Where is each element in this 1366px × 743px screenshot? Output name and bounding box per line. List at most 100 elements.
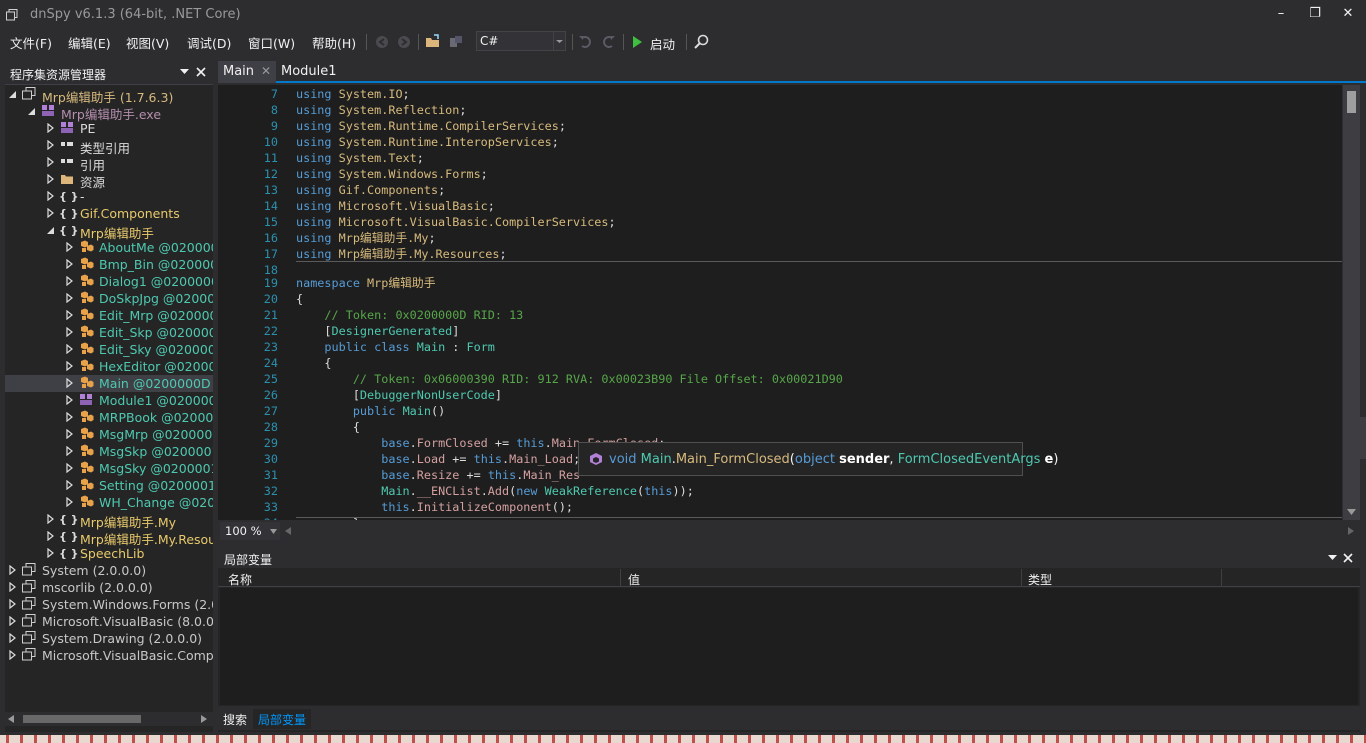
code-line[interactable]: 27 public Main() [236,403,1342,419]
start-button[interactable]: 启动 [630,32,680,52]
tree-item[interactable]: Mrp编辑助手 (1.7.6.3) [5,86,213,105]
tree-item[interactable]: Main @0200000D [5,375,213,392]
code-line[interactable]: 21 // Token: 0x0200000D RID: 13 [236,307,1342,323]
collapsed-arrow-icon[interactable] [66,378,74,388]
expanded-arrow-icon[interactable] [9,89,17,99]
code-line[interactable]: 28 { [236,419,1342,435]
code-line[interactable]: 19 namespace Mrp编辑助手 [236,275,1342,291]
collapsed-arrow-icon[interactable] [66,463,74,473]
tree-item[interactable]: Dialog1 @0200000 [5,273,213,290]
menu-file[interactable]: 文件(F) [10,33,52,52]
collapsed-arrow-icon[interactable] [66,446,74,456]
scroll-right-icon[interactable] [1348,527,1354,535]
code-line[interactable]: 20 { [236,291,1342,307]
tree-item[interactable]: MsgSky @0200001 [5,460,213,477]
scroll-down-icon[interactable] [1347,509,1356,515]
collapsed-arrow-icon[interactable] [66,327,74,337]
code-line[interactable]: 32 Main.__ENCList.Add(new WeakReference(… [236,483,1342,499]
close-icon[interactable] [196,67,206,77]
collapsed-arrow-icon[interactable] [66,259,74,269]
code-line[interactable]: 17 using Mrp编辑助手.My.Resources; [236,246,1342,262]
column-divider[interactable] [620,569,621,587]
tree-item[interactable]: { } Mrp编辑助手.My [5,511,213,530]
column-divider[interactable] [1221,569,1222,587]
scroll-left-icon[interactable] [8,715,14,723]
collapsed-arrow-icon[interactable] [66,395,74,405]
collapsed-arrow-icon[interactable] [47,174,55,184]
tree-item[interactable]: { } SpeechLib [5,545,213,562]
undo-icon[interactable] [576,32,596,52]
tree-item[interactable]: Setting @02000016 [5,477,213,494]
tree-item[interactable]: 资源 [5,171,213,190]
collapsed-arrow-icon[interactable] [47,531,55,541]
menu-edit[interactable]: 编辑(E) [68,33,111,52]
back-icon[interactable] [372,32,392,52]
menu-debug[interactable]: 调试(D) [187,33,231,52]
close-icon[interactable] [1343,553,1353,563]
tab-main[interactable]: Main ✕ [218,61,276,83]
code-line[interactable]: 16 using Mrp编辑助手.My; [236,230,1342,246]
tree-item[interactable]: { } - [5,188,213,205]
tree-item[interactable]: MsgMrp @020000 [5,426,213,443]
collapsed-arrow-icon[interactable] [47,208,55,218]
collapsed-arrow-icon[interactable] [66,242,74,252]
code-line[interactable]: 13 using Gif.Components; [236,182,1342,198]
tree-item[interactable]: DoSkpJpg @020000 [5,290,213,307]
tree-item[interactable]: Edit_Skp @020000 [5,324,213,341]
column-name[interactable]: 名称 [228,571,252,588]
code-line[interactable]: 10 using System.Runtime.InteropServices; [236,134,1342,150]
redo-icon[interactable] [598,32,618,52]
menu-view[interactable]: 视图(V) [126,33,169,52]
collapsed-arrow-icon[interactable] [66,344,74,354]
code-line[interactable]: 14 using Microsoft.VisualBasic; [236,198,1342,214]
collapsed-arrow-icon[interactable] [47,157,55,167]
collapsed-arrow-icon[interactable] [47,514,55,524]
chevron-down-icon[interactable] [553,32,565,50]
code-line[interactable]: 24 { [236,355,1342,371]
code-line[interactable]: 11 using System.Text; [236,150,1342,166]
close-icon[interactable]: ✕ [261,64,271,78]
collapsed-arrow-icon[interactable] [66,293,74,303]
code-line[interactable]: 33 this.InitializeComponent(); [236,499,1342,515]
tree-item[interactable]: HexEditor @02000 [5,358,213,375]
scrollbar-thumb[interactable] [1347,91,1356,113]
tree-item[interactable]: System.Windows.Forms (2.0. [5,596,213,613]
language-select[interactable]: C# [476,31,566,51]
locals-list[interactable] [220,588,1358,705]
collapsed-arrow-icon[interactable] [66,276,74,286]
scroll-right-icon[interactable] [201,715,207,723]
collapsed-arrow-icon[interactable] [9,565,17,575]
tree-item[interactable]: System.Drawing (2.0.0.0) [5,630,213,647]
code-line[interactable]: 9 using System.Runtime.CompilerServices; [236,118,1342,134]
open-list-icon[interactable] [446,32,466,52]
tree-item[interactable]: { } Mrp编辑助手 [5,222,213,241]
collapsed-arrow-icon[interactable] [9,599,17,609]
side-panel-tab[interactable] [1352,417,1366,459]
column-divider[interactable] [1021,569,1022,587]
tree-item[interactable]: Bmp_Bin @0200000 [5,256,213,273]
code-line[interactable]: 7 using System.IO; [236,86,1342,102]
restore-button[interactable]: ❐ [1301,5,1329,23]
zoom-select[interactable]: 100 % [220,522,280,540]
code-line[interactable]: 22 [DesignerGenerated] [236,323,1342,339]
code-line[interactable]: 26 [DebuggerNonUserCode] [236,387,1342,403]
collapsed-arrow-icon[interactable] [47,548,55,558]
scrollbar-thumb[interactable] [23,715,141,723]
collapsed-arrow-icon[interactable] [9,633,17,643]
collapsed-arrow-icon[interactable] [47,191,55,201]
chevron-down-icon[interactable] [180,69,189,75]
tree-item[interactable]: Microsoft.VisualBasic.Compa [5,647,213,664]
tab-module1[interactable]: Module1 [276,61,346,83]
collapsed-arrow-icon[interactable] [9,650,17,660]
forward-icon[interactable] [394,32,414,52]
tree-item[interactable]: MRPBook @020000 [5,409,213,426]
collapsed-arrow-icon[interactable] [66,361,74,371]
expanded-arrow-icon[interactable] [28,106,36,116]
tree-item[interactable]: Mrp编辑助手.exe [5,103,213,122]
tree-item[interactable]: WH_Change @020 [5,494,213,511]
chevron-down-icon[interactable] [270,529,277,534]
collapsed-arrow-icon[interactable] [9,582,17,592]
minimize-button[interactable]: – [1267,5,1295,23]
search-icon[interactable] [692,32,712,52]
tree-item[interactable]: Module1 @020000 [5,392,213,409]
